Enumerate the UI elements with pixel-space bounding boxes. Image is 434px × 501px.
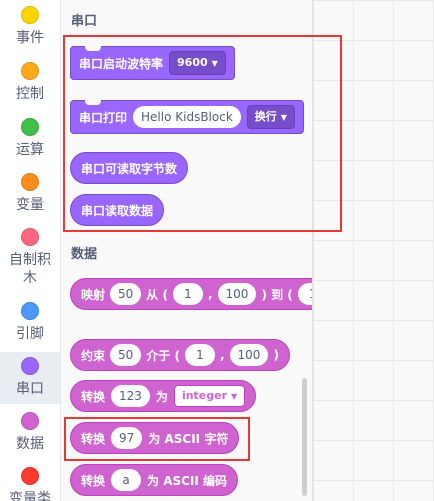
block-label: 转换	[81, 473, 106, 488]
category-serial[interactable]: 串口	[0, 352, 60, 404]
block-text: 介于 (	[146, 348, 180, 363]
block-text: 为 ASCII 编码	[147, 473, 228, 488]
map-block[interactable]: 映射 50 从 ( 1 , 100 ) 到 ( 1 , 1000 )	[70, 278, 312, 310]
block-label: 转换	[81, 389, 106, 404]
pins-dot-icon	[21, 302, 39, 320]
category-operators[interactable]: 运算	[0, 118, 60, 159]
constrain-high-input[interactable]: 100	[229, 344, 269, 366]
flyout-scrollbar[interactable]	[302, 378, 307, 496]
category-variables[interactable]: 变量	[0, 173, 60, 214]
category-label: 引脚	[16, 326, 44, 342]
category-control[interactable]: 控制	[0, 62, 60, 103]
block-text: 从 (	[146, 287, 168, 302]
highlight-serial-blocks	[63, 35, 342, 232]
constrain-value-input[interactable]: 50	[110, 344, 142, 366]
category-label: 变量类	[9, 491, 51, 501]
data-dot-icon	[21, 412, 39, 430]
constrain-low-input[interactable]: 1	[184, 344, 215, 366]
map-from-low-input[interactable]: 1	[172, 283, 203, 305]
category-label: 事件	[16, 30, 44, 46]
category-label: 串口	[16, 381, 44, 397]
events-dot-icon	[21, 6, 39, 24]
category-label: 数据	[16, 436, 44, 452]
category-events[interactable]: 事件	[0, 6, 60, 47]
category-label: 自制积木	[9, 252, 51, 286]
highlight-ascii-char-block	[64, 417, 250, 461]
block-text: )	[273, 348, 279, 362]
map-value-input[interactable]: 50	[110, 283, 142, 305]
block-text: 为	[155, 389, 168, 404]
section-title-serial: 串口	[71, 14, 98, 29]
category-variable-types[interactable]: 变量类	[0, 467, 60, 501]
to-ascii-code-block[interactable]: 转换 a 为 ASCII 编码	[70, 464, 239, 496]
convert-block[interactable]: 转换 123 为 integer ▼	[70, 380, 257, 412]
control-dot-icon	[21, 62, 39, 80]
variables-dot-icon	[21, 173, 39, 191]
map-to-low-input[interactable]: 1	[297, 283, 312, 305]
type-dropdown[interactable]: integer ▼	[173, 385, 246, 407]
type-value: integer	[181, 389, 228, 402]
constrain-block[interactable]: 约束 50 介于 ( 1 , 100 )	[70, 339, 290, 371]
block-text: ) 到 (	[261, 287, 293, 302]
chevron-down-icon: ▼	[231, 392, 238, 401]
serial-dot-icon	[21, 357, 39, 375]
convert-value-input[interactable]: 123	[111, 385, 150, 407]
block-text: ,	[219, 348, 225, 362]
map-from-high-input[interactable]: 100	[217, 283, 257, 305]
category-menu: 事件 控制 运算 变量 自制积木 引脚 串口 数据 变量类	[0, 0, 61, 501]
category-data[interactable]: 数据	[0, 412, 60, 453]
operators-dot-icon	[21, 118, 39, 136]
block-label: 约束	[81, 348, 106, 363]
category-label: 运算	[16, 142, 44, 158]
my-blocks-dot-icon	[21, 228, 39, 246]
category-my-blocks[interactable]: 自制积木	[0, 228, 60, 287]
block-text: ,	[207, 287, 213, 301]
section-title-data: 数据	[71, 247, 98, 262]
category-label: 控制	[16, 86, 44, 102]
category-label: 变量	[16, 197, 44, 213]
ascii-code-value-input[interactable]: a	[111, 469, 142, 491]
block-label: 映射	[81, 287, 106, 302]
category-pins[interactable]: 引脚	[0, 302, 60, 343]
variable-types-dot-icon	[21, 467, 39, 485]
